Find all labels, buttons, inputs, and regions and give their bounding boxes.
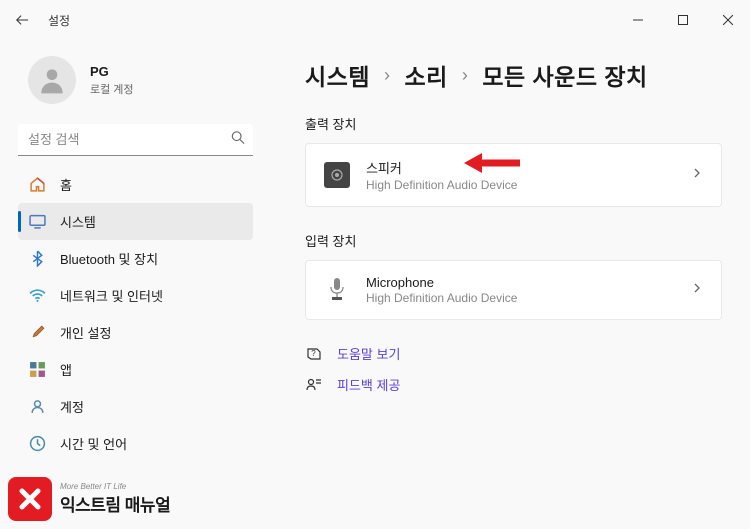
nav-label: 시스템 [60, 212, 96, 231]
chevron-right-icon [691, 281, 703, 299]
user-name: PG [90, 64, 134, 79]
user-account-type: 로컬 계정 [90, 81, 134, 97]
content-area: PG 로컬 계정 홈 시스템 Bluetooth 및 장치 [0, 40, 750, 529]
nav-bluetooth[interactable]: Bluetooth 및 장치 [18, 240, 253, 277]
breadcrumb: 시스템 › 소리 › 모든 사운드 장치 [305, 58, 722, 92]
nav-label: Bluetooth 및 장치 [60, 249, 158, 268]
brush-icon [28, 324, 46, 342]
annotation-arrow [464, 150, 520, 181]
feedback-icon [305, 377, 323, 393]
search-input[interactable] [18, 124, 253, 156]
home-icon [28, 176, 46, 194]
minimize-button[interactable] [615, 4, 660, 36]
breadcrumb-all-devices: 모든 사운드 장치 [482, 58, 647, 92]
globe-clock-icon [28, 435, 46, 453]
user-section[interactable]: PG 로컬 계정 [28, 56, 253, 104]
watermark-tagline: More Better IT Life [60, 482, 170, 491]
main-panel: 시스템 › 소리 › 모든 사운드 장치 출력 장치 스피커 High Defi… [265, 40, 750, 529]
watermark-main: 익스트림 매뉴얼 [60, 491, 170, 516]
nav-label: 홈 [60, 175, 72, 194]
breadcrumb-sound[interactable]: 소리 [404, 58, 447, 92]
titlebar: 설정 [0, 0, 750, 40]
watermark: More Better IT Life 익스트림 매뉴얼 [8, 477, 170, 521]
device-name: Microphone [366, 275, 517, 290]
help-icon: ? [305, 346, 323, 362]
close-icon [723, 15, 733, 25]
nav-label: 네트워크 및 인터넷 [60, 286, 163, 305]
person-icon [36, 64, 68, 96]
feedback-link-label: 피드백 제공 [337, 375, 400, 394]
nav-accounts[interactable]: 계정 [18, 388, 253, 425]
output-device-card[interactable]: 스피커 High Definition Audio Device [305, 143, 722, 207]
titlebar-left: 설정 [14, 12, 70, 29]
close-button[interactable] [705, 4, 750, 36]
window-controls [615, 4, 750, 36]
input-section-title: 입력 장치 [305, 231, 722, 250]
user-info: PG 로컬 계정 [90, 64, 134, 97]
nav-home[interactable]: 홈 [18, 166, 253, 203]
apps-icon [28, 361, 46, 379]
nav-list: 홈 시스템 Bluetooth 및 장치 네트워크 및 인터넷 개인 설정 앱 [18, 166, 253, 462]
app-title: 설정 [48, 12, 70, 29]
output-section-title: 출력 장치 [305, 114, 722, 133]
nav-label: 계정 [60, 397, 84, 416]
watermark-text: More Better IT Life 익스트림 매뉴얼 [60, 482, 170, 516]
breadcrumb-system[interactable]: 시스템 [305, 58, 370, 92]
nav-system[interactable]: 시스템 [18, 203, 253, 240]
feedback-link[interactable]: 피드백 제공 [305, 375, 722, 394]
maximize-button[interactable] [660, 4, 705, 36]
help-links: ? 도움말 보기 피드백 제공 [305, 344, 722, 394]
device-description: High Definition Audio Device [366, 291, 517, 305]
microphone-icon [324, 277, 350, 303]
watermark-logo [8, 477, 52, 521]
arrow-left-icon [15, 13, 29, 27]
nav-label: 시간 및 언어 [60, 434, 127, 453]
nav-label: 앱 [60, 360, 72, 379]
wifi-icon [28, 287, 46, 305]
maximize-icon [678, 15, 688, 25]
bluetooth-icon [28, 250, 46, 268]
search-icon [231, 131, 245, 150]
accounts-icon [28, 398, 46, 416]
back-button[interactable] [14, 12, 30, 28]
system-icon [28, 213, 46, 231]
minimize-icon [633, 15, 643, 25]
input-device-card[interactable]: Microphone High Definition Audio Device [305, 260, 722, 320]
nav-network[interactable]: 네트워크 및 인터넷 [18, 277, 253, 314]
chevron-right-icon: › [462, 65, 469, 86]
search-box [18, 124, 253, 156]
sidebar: PG 로컬 계정 홈 시스템 Bluetooth 및 장치 [0, 40, 265, 529]
svg-text:?: ? [311, 349, 316, 358]
chevron-right-icon [691, 166, 703, 184]
nav-apps[interactable]: 앱 [18, 351, 253, 388]
get-help-link[interactable]: ? 도움말 보기 [305, 344, 722, 363]
nav-label: 개인 설정 [60, 323, 111, 342]
speaker-icon [324, 162, 350, 188]
device-info: Microphone High Definition Audio Device [366, 275, 517, 305]
nav-personalization[interactable]: 개인 설정 [18, 314, 253, 351]
chevron-right-icon: › [384, 65, 391, 86]
avatar [28, 56, 76, 104]
nav-time-language[interactable]: 시간 및 언어 [18, 425, 253, 462]
help-link-label: 도움말 보기 [337, 344, 400, 363]
